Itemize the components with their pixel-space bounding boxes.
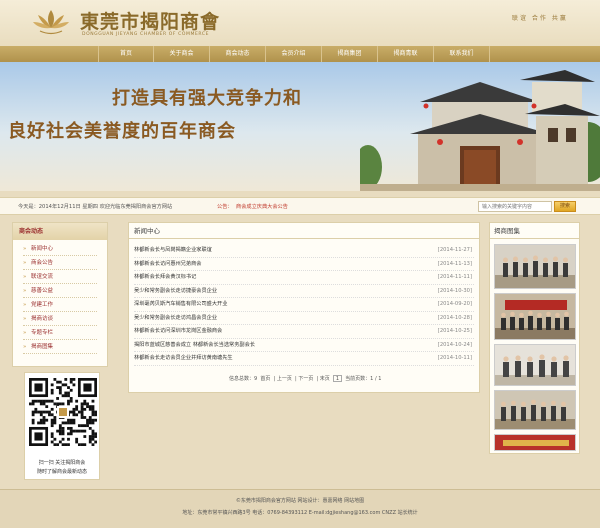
pager-prev-link[interactable]: 上一页 [277,376,292,382]
brand-name-en: DONGGUAN JIEYANG CHAMBER OF COMMERCE [82,32,210,37]
news-item-title[interactable]: 吴少和常务副会长走访鸿昌会员企业 [134,312,217,325]
news-item-title[interactable]: 林都新会长走访会员企业并拜访黄南塘先生 [134,352,233,365]
pager-total: 信息总数：9 [229,376,258,382]
lotus-logo-icon[interactable] [32,7,70,37]
nav-item-youth[interactable]: 揭商青联 [378,46,434,62]
news-item-date: [2014-11-27] [437,247,472,253]
qr-code-icon [29,378,97,446]
news-panel: 新闻中心 林都新会长与凤岗揭籍企业家联谊 [2014-11-27] 林都新会长访问… [128,222,480,393]
qr-code-panel: 扫一扫 关注揭阳商会 随时了解商会最新动态 [24,372,100,480]
gallery-photo[interactable] [494,390,576,430]
news-item[interactable]: 林都新会长访问惠州兄弟商会 [2014-11-13] [134,258,474,271]
site-header: 東莞市揭阳商會 DONGGUAN JIEYANG CHAMBER OF COMM… [0,0,600,46]
news-item-title[interactable]: 林都新会长拜会黄汉标书记 [134,271,196,284]
news-item-date: [2014-11-11] [437,274,472,280]
news-item-date: [2014-10-30] [437,287,472,294]
page: 東莞市揭阳商會 DONGGUAN JIEYANG CHAMBER OF COMM… [0,0,600,528]
photo-gallery-title: 揭商图集 [490,223,579,239]
date-welcome-text: 今天是：2014年12月11日 星期四 欢迎光临东莞揭阳商会官方网站 [18,204,173,210]
news-item-date: [2014-11-13] [437,260,472,267]
news-item-title[interactable]: 揭阳市蓝城区慈善会成立 林都新会长当选常务副会长 [134,339,255,352]
notice-label: 公告： [217,204,233,210]
news-item-date: [2014-10-11] [437,355,472,361]
gallery-photo[interactable] [494,344,576,386]
gallery-photo[interactable] [494,434,576,451]
nav-item-about[interactable]: 关于商会 [154,46,210,62]
sidebar-item-charity[interactable]: 慈善公益 [23,284,97,298]
search-input[interactable] [478,201,552,212]
nav-item-home[interactable]: 首页 [98,46,154,62]
news-item-title[interactable]: 吴少和常务副会长走访捷豪会员企业 [134,285,217,298]
qr-caption-1: 扫一扫 关注揭阳商会 [38,460,86,466]
footer-copyright: ©东莞市揭阳商会官方网站 网站设计：惠嘉网络 网站地图 [235,498,365,504]
pager-current-page[interactable]: 1 [332,375,342,382]
search-button[interactable]: 搜索 [554,201,576,212]
news-item-title[interactable]: 林都新会长与凤岗揭籍企业家联谊 [134,244,212,257]
pager-last-link[interactable]: 末页 [320,376,330,382]
nav-item-contact[interactable]: 联系我们 [434,46,490,62]
nav-item-news[interactable]: 商会动态 [210,46,266,62]
banner-headline-2: 良好社会美誉度的百年商会 [8,121,236,142]
info-bar: 今天是：2014年12月11日 星期四 欢迎光临东莞揭阳商会官方网站 公告： 商… [0,197,600,215]
sidebar-item-announcements[interactable]: 商会公告 [23,256,97,270]
news-item[interactable]: 深圳毫芮贝斯汽车销售有限公司盛大开业 [2014-09-20] [134,298,474,312]
pager-page-count: 当前页数：1 / 1 [345,376,382,382]
sidebar-item-gallery[interactable]: 揭商图集 [23,340,97,354]
news-item-date: [2014-10-25] [437,328,472,334]
news-item-date: [2014-09-20] [437,301,472,307]
sidebar-menu: 商会动态 新闻中心 商会公告 联谊交流 慈善公益 党建工作 揭商访谈 专题专栏 … [12,222,108,367]
sidebar-item-news-center[interactable]: 新闻中心 [23,242,97,256]
news-item-title[interactable]: 林都新会长访问惠州兄弟商会 [134,258,201,271]
news-item[interactable]: 林都新会长拜会黄汉标书记 [2014-11-11] [134,271,474,285]
nav-item-members[interactable]: 会员介绍 [266,46,322,62]
nav-item-group[interactable]: 揭商集团 [322,46,378,62]
news-item[interactable]: 吴少和常务副会长走访鸿昌会员企业 [2014-10-28] [134,312,474,325]
site-footer: ©东莞市揭阳商会官方网站 网站设计：惠嘉网络 网站地图 地址：东莞市常平镇兴西路… [0,489,600,528]
news-panel-title: 新闻中心 [129,223,479,239]
news-list: 林都新会长与凤岗揭籍企业家联谊 [2014-11-27] 林都新会长访问惠州兄弟商… [129,239,479,366]
photo-gallery-panel: 揭商图集 [489,222,580,454]
main-nav: 首页 关于商会 商会动态 会员介绍 揭商集团 揭商青联 联系我们 [0,46,600,62]
sidebar-item-topics[interactable]: 专题专栏 [23,326,97,340]
gallery-photo[interactable] [494,293,576,340]
news-item[interactable]: 揭阳市蓝城区慈善会成立 林都新会长当选常务副会长 [2014-10-24] [134,339,474,352]
pager-next-link[interactable]: 下一页 [298,376,313,382]
banner-headline-1: 打造具有强大竞争力和 [112,88,302,109]
sidebar-item-interviews[interactable]: 揭商访谈 [23,312,97,326]
news-item-date: [2014-10-28] [437,314,472,321]
gallery-photo[interactable] [494,244,576,289]
sidebar-item-exchange[interactable]: 联谊交流 [23,270,97,284]
news-item-date: [2014-10-24] [437,341,472,348]
news-item-title[interactable]: 深圳毫芮贝斯汽车销售有限公司盛大开业 [134,298,227,311]
footer-contact: 地址：东莞市常平镇兴西路3号 电话：0769-84393112 E-mail:d… [182,510,418,516]
news-item-title[interactable]: 林都新会长访问深圳市龙岗区金融商会 [134,325,222,338]
hero-banner: 打造具有强大竞争力和 良好社会美誉度的百年商会 [0,62,600,191]
building-illustration [360,70,600,191]
header-slogan: 联谊 合作 共赢 [512,15,568,22]
news-item[interactable]: 林都新会长访问深圳市龙岗区金融商会 [2014-10-25] [134,325,474,339]
news-item[interactable]: 林都新会长走访会员企业并拜访黄南塘先生 [2014-10-11] [134,352,474,366]
pager-first-link[interactable]: 首页 [260,376,270,382]
news-item[interactable]: 林都新会长与凤岗揭籍企业家联谊 [2014-11-27] [134,244,474,258]
qr-caption-2: 随时了解商会最新动态 [36,469,87,475]
sidebar-title: 商会动态 [13,223,107,240]
brand-name-cn: 東莞市揭阳商會 [80,11,221,33]
news-item[interactable]: 吴少和常务副会长走访捷豪会员企业 [2014-10-30] [134,285,474,298]
notice-link[interactable]: 商会成立庆典大会公告 [236,203,288,210]
pagination: 信息总数：9 首页 | 上一页 | 下一页 | 末页 1 当前页数：1 / 1 [229,375,382,382]
sidebar-item-party[interactable]: 党建工作 [23,298,97,312]
